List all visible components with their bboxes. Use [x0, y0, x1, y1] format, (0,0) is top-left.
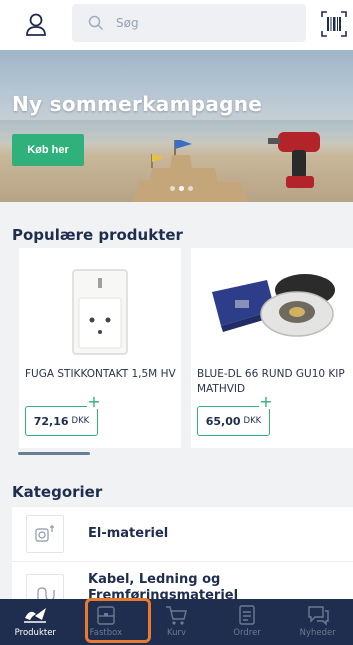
carousel-dot[interactable]: [188, 186, 193, 191]
socket-icon: [35, 525, 54, 542]
barcode-icon: [321, 11, 347, 37]
category-list[interactable]: El-materiel Kabel, Ledning og Fremføring…: [12, 507, 353, 599]
product-name: FUGA STIKKONTAKT 1,5M HV: [25, 368, 176, 380]
person-icon: [26, 13, 46, 36]
news-icon: [307, 606, 329, 626]
plus-icon: +: [87, 392, 101, 411]
cart-icon: [166, 606, 188, 625]
category-item-el-materiel[interactable]: El-materiel: [12, 507, 353, 562]
search-field[interactable]: [72, 4, 306, 42]
box-icon: [97, 606, 115, 625]
tab-nyheder[interactable]: Nyheder: [282, 599, 353, 645]
buy-here-button[interactable]: Køb her: [12, 134, 84, 166]
tab-label: Nyheder: [299, 628, 336, 638]
category-label: Kabel, Ledning og Fremføringsmateriel: [88, 572, 239, 599]
product-card[interactable]: FUGA STIKKONTAKT 1,5M HV 72,16 DKK +: [19, 248, 181, 448]
wall-socket-image: [72, 269, 128, 355]
search-input[interactable]: [114, 15, 298, 31]
currency-label: DKK: [243, 416, 262, 426]
plus-icon: +: [259, 392, 273, 411]
tab-ordrer[interactable]: Ordrer: [212, 599, 283, 645]
hero-banner[interactable]: Ny sommerkampagne Køb her: [0, 50, 353, 202]
category-icon-box: [26, 515, 64, 553]
categories-heading: Kategorier: [12, 483, 103, 501]
category-item-kabel[interactable]: Kabel, Ledning og Fremføringsmateriel: [12, 562, 353, 599]
currency-label: DKK: [71, 416, 90, 426]
search-icon: [88, 15, 104, 31]
tab-label: Ordrer: [233, 628, 261, 638]
hero-title: Ny sommerkampagne: [12, 92, 263, 116]
cable-icon: [37, 587, 55, 599]
product-card[interactable]: BLUE-DL 66 RUND GU10 KIP MATHVID 65,00 D…: [191, 248, 353, 448]
category-label: El-materiel: [88, 526, 169, 541]
carousel-scroll-indicator: [18, 452, 90, 455]
barcode-scan-button[interactable]: [319, 9, 349, 39]
bottom-tab-bar: Produkter Fastbox Kurv Ordrer Nyheder: [0, 599, 353, 645]
carousel-dot[interactable]: [170, 186, 175, 191]
drill-image: [268, 132, 320, 188]
add-to-cart-button[interactable]: 72,16 DKK +: [25, 394, 101, 436]
products-icon: [24, 608, 47, 623]
tab-label: Fastbox: [89, 628, 123, 638]
carousel-pagination: [170, 186, 193, 191]
orders-icon: [239, 605, 255, 625]
product-name: BLUE-DL 66 RUND GU10 KIP MATHVID: [197, 368, 345, 395]
category-icon-box: [26, 574, 64, 599]
sandcastle-image: [132, 140, 249, 202]
top-bar: [0, 0, 353, 50]
tab-kurv[interactable]: Kurv: [141, 599, 212, 645]
popular-products-carousel[interactable]: FUGA STIKKONTAKT 1,5M HV 72,16 DKK + BLU…: [0, 248, 353, 448]
downlight-image: [212, 274, 335, 337]
product-price: 65,00: [205, 414, 241, 428]
tab-produkter[interactable]: Produkter: [0, 599, 71, 645]
tab-label: Kurv: [166, 628, 187, 638]
profile-button[interactable]: [22, 11, 50, 39]
carousel-dot-active[interactable]: [179, 186, 184, 191]
add-to-cart-button[interactable]: 65,00 DKK +: [197, 394, 273, 436]
tab-fastbox[interactable]: Fastbox: [71, 599, 142, 645]
tab-label: Produkter: [14, 628, 56, 638]
product-price: 72,16: [33, 414, 69, 428]
popular-products-heading: Populære produkter: [12, 226, 183, 244]
